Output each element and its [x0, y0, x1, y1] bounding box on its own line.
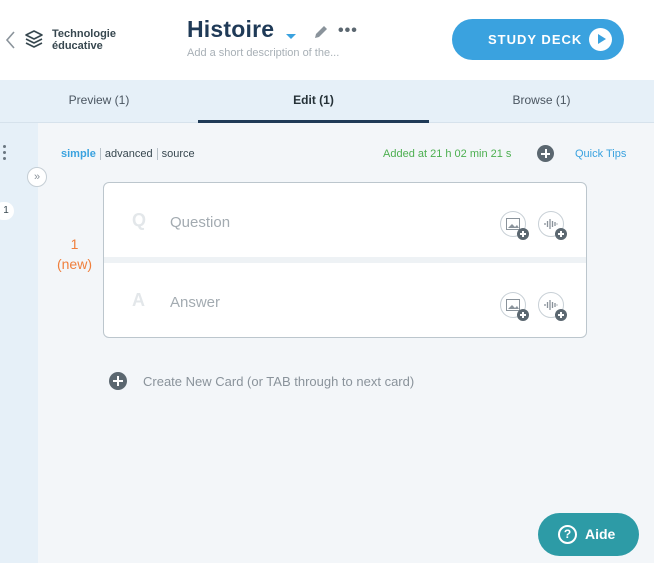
- answer-letter: A: [132, 290, 145, 310]
- card-list-rail: 1: [0, 123, 38, 563]
- play-icon: [589, 28, 612, 51]
- plus-circle-icon: [109, 372, 127, 390]
- flashcard-editor: Q Question A Answer: [103, 182, 587, 338]
- folder-name-line1: Technologie: [52, 28, 116, 40]
- deck-title[interactable]: Histoire: [187, 16, 274, 43]
- plus-badge-icon: [555, 309, 567, 321]
- image-icon: [506, 218, 520, 230]
- tab-edit-label: Edit (1): [293, 93, 334, 107]
- plus-badge-icon: [555, 228, 567, 240]
- description-field[interactable]: Add a short description of the...: [187, 47, 339, 59]
- add-audio-question-button[interactable]: [538, 211, 567, 240]
- rail-card-number[interactable]: 1: [0, 202, 14, 220]
- add-image-answer-button[interactable]: [500, 292, 529, 321]
- tab-preview[interactable]: Preview (1): [0, 80, 198, 123]
- help-label: Aide: [585, 526, 616, 542]
- tab-bar: Preview (1) Edit (1) Browse (1): [0, 80, 654, 123]
- add-image-question-button[interactable]: [500, 211, 529, 240]
- card-new-badge: (new): [56, 256, 92, 272]
- added-status: Added at 21 h 02 min 21 s: [383, 148, 512, 160]
- card-index: 1: [70, 236, 79, 252]
- image-icon: [506, 299, 520, 311]
- audio-icon: [544, 300, 558, 310]
- more-icon[interactable]: •••: [338, 22, 358, 40]
- editor-mode-switch: simple advanced source: [61, 148, 199, 161]
- caret-down-icon[interactable]: [285, 28, 297, 46]
- drag-handle-icon[interactable]: [3, 145, 6, 163]
- stack-icon: [24, 29, 44, 54]
- folder-name-line2: éducative: [52, 40, 103, 52]
- plus-badge-icon: [517, 228, 529, 240]
- mode-advanced[interactable]: advanced: [101, 148, 157, 160]
- plus-badge-icon: [517, 309, 529, 321]
- plus-circle-icon[interactable]: [537, 145, 554, 162]
- help-icon: ?: [558, 525, 577, 544]
- active-tab-indicator: [198, 120, 429, 123]
- expand-rail-button[interactable]: »: [27, 167, 47, 187]
- add-audio-answer-button[interactable]: [538, 292, 567, 321]
- chevron-left-icon[interactable]: [4, 30, 18, 50]
- help-button[interactable]: ? Aide: [538, 513, 639, 556]
- study-deck-label: STUDY DECK: [488, 32, 583, 47]
- pencil-icon[interactable]: [313, 24, 329, 45]
- mode-source[interactable]: source: [158, 148, 199, 160]
- study-deck-button[interactable]: STUDY DECK: [452, 19, 624, 60]
- card-number: 1 (new): [52, 234, 97, 274]
- create-new-card-label: Create New Card (or TAB through to next …: [143, 374, 415, 389]
- card-divider: [104, 257, 586, 263]
- question-letter: Q: [132, 210, 147, 230]
- audio-icon: [544, 219, 558, 229]
- folder-name[interactable]: Technologie éducative: [52, 28, 142, 52]
- header: Technologie éducative Histoire ••• Add a…: [0, 0, 654, 80]
- answer-field[interactable]: Answer: [170, 294, 220, 311]
- mode-simple[interactable]: simple: [61, 148, 100, 160]
- quick-tips-link[interactable]: Quick Tips: [575, 148, 626, 160]
- question-field[interactable]: Question: [170, 214, 230, 231]
- tab-browse[interactable]: Browse (1): [429, 80, 654, 123]
- tab-edit[interactable]: Edit (1): [198, 80, 429, 123]
